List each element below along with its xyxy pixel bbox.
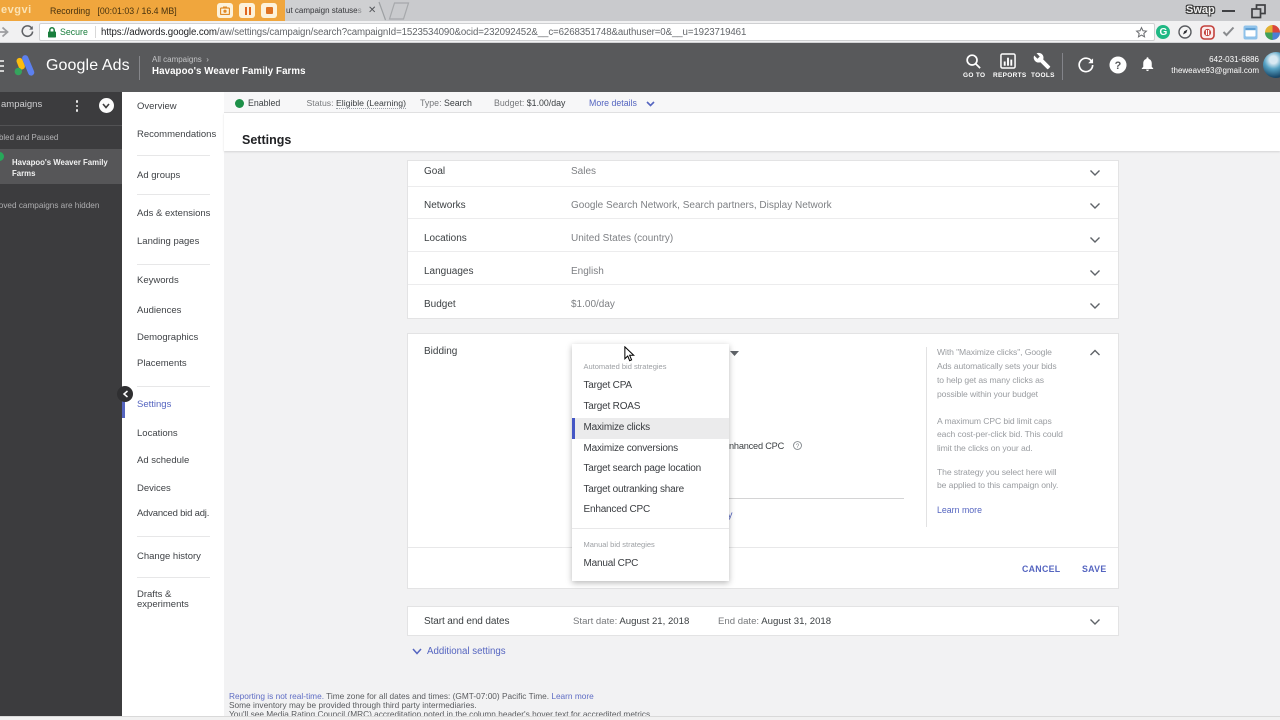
svg-text:?: ? [1114, 60, 1121, 72]
svg-text:?: ? [796, 443, 800, 450]
